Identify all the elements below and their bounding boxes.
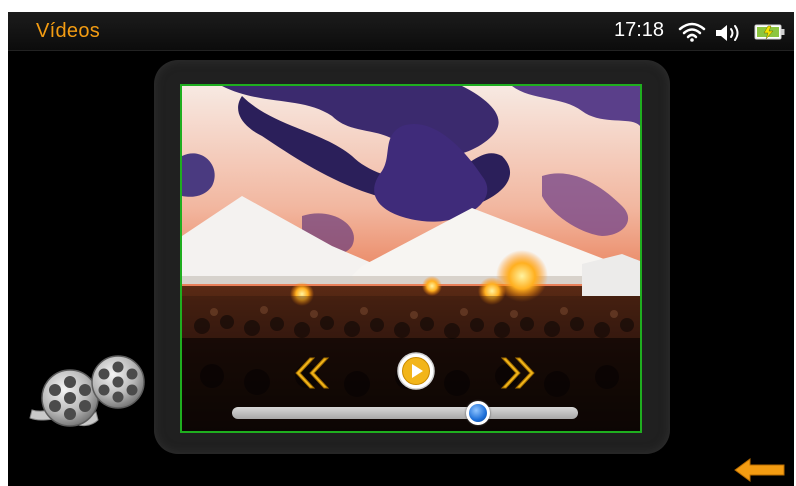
app-screen: Vídeos 17:18 xyxy=(8,12,794,486)
battery-charging-icon xyxy=(754,24,785,40)
status-bar: Vídeos 17:18 xyxy=(8,12,794,51)
fast-forward-chevrons-icon[interactable] xyxy=(498,356,538,390)
wifi-icon xyxy=(678,22,706,42)
video-frame xyxy=(154,60,670,454)
film-reels-icon[interactable] xyxy=(26,352,152,436)
play-icon[interactable] xyxy=(396,351,436,391)
speaker-volume-icon[interactable] xyxy=(714,22,744,44)
progress-slider[interactable] xyxy=(232,401,578,425)
page-title: Vídeos xyxy=(36,20,101,42)
player-controls xyxy=(182,338,640,431)
back-arrow-icon[interactable] xyxy=(734,458,786,482)
status-clock: 17:18 xyxy=(614,19,665,41)
progress-slider-knob[interactable] xyxy=(465,401,490,425)
rewind-chevrons-icon[interactable] xyxy=(292,356,332,390)
video-thumbnail[interactable] xyxy=(180,84,642,433)
